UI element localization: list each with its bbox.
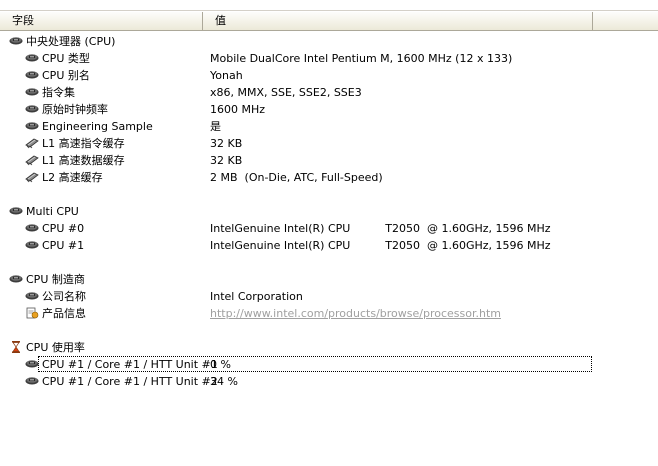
memory-module-icon xyxy=(25,171,39,183)
window-top-edge xyxy=(0,0,658,11)
list-item[interactable]: CPU #1 / Core #1 / HTT Unit #2 34 % xyxy=(0,373,658,390)
field-label: Engineering Sample xyxy=(42,120,153,133)
list-item[interactable]: L1 高速数据缓存 32 KB xyxy=(0,152,658,169)
section-header[interactable]: 中央处理器 (CPU) xyxy=(0,33,658,50)
list-item[interactable]: 原始时钟频率 1600 MHz xyxy=(0,101,658,118)
list-item[interactable]: L2 高速缓存 2 MB (On-Die, ATC, Full-Speed) xyxy=(0,169,658,186)
cpu-chip-icon xyxy=(25,375,39,387)
list-item[interactable]: CPU 类型 Mobile DualCore Intel Pentium M, 1… xyxy=(0,50,658,67)
field-label: CPU #1 / Core #1 / HTT Unit #2 xyxy=(42,375,218,388)
field-label: CPU #0 xyxy=(42,222,85,235)
cpu-chip-icon xyxy=(25,120,39,132)
column-header-value[interactable]: 值 xyxy=(203,12,593,30)
field-value: 0 % xyxy=(210,358,231,371)
memory-module-icon xyxy=(25,154,39,166)
section-title: CPU 制造商 xyxy=(26,273,85,286)
section-header[interactable]: CPU 使用率 xyxy=(0,339,658,356)
info-document-icon xyxy=(25,307,39,319)
details-list[interactable]: 中央处理器 (CPU) CPU 类型 Mobile DualCore Intel P… xyxy=(0,33,658,390)
cpu-chip-icon xyxy=(9,205,23,217)
list-item[interactable]: CPU #0 IntelGenuine Intel(R) CPU T2050 @ … xyxy=(0,220,658,237)
column-header-field[interactable]: 字段 xyxy=(0,12,203,30)
section-title: CPU 使用率 xyxy=(26,341,85,354)
cpu-chip-icon xyxy=(25,86,39,98)
memory-module-icon xyxy=(25,137,39,149)
list-item[interactable]: L1 高速指令缓存 32 KB xyxy=(0,135,658,152)
section-title: Multi CPU xyxy=(26,205,79,218)
field-value: 32 KB xyxy=(210,154,243,167)
field-label: CPU #1 xyxy=(42,239,85,252)
cpu-chip-icon xyxy=(25,239,39,251)
field-value: x86, MMX, SSE, SSE2, SSE3 xyxy=(210,86,362,99)
field-value: IntelGenuine Intel(R) CPU T2050 @ 1.60GH… xyxy=(210,239,551,252)
field-value: 2 MB (On-Die, ATC, Full-Speed) xyxy=(210,171,383,184)
field-label: 产品信息 xyxy=(42,307,86,320)
section-header[interactable]: Multi CPU xyxy=(0,203,658,220)
field-label: L1 高速数据缓存 xyxy=(42,154,125,167)
field-value: Intel Corporation xyxy=(210,290,303,303)
list-item[interactable]: CPU #1 / Core #1 / HTT Unit #1 0 % xyxy=(0,356,658,373)
field-value: Yonah xyxy=(210,69,243,82)
field-label: CPU 类型 xyxy=(42,52,90,65)
cpu-chip-icon xyxy=(25,358,39,370)
column-header-filler xyxy=(593,12,658,30)
field-value: 32 KB xyxy=(210,137,243,150)
field-value: 1600 MHz xyxy=(210,103,266,116)
list-item[interactable]: 公司名称 Intel Corporation xyxy=(0,288,658,305)
hourglass-icon xyxy=(9,341,23,353)
list-item[interactable]: Engineering Sample 是 xyxy=(0,118,658,135)
field-value: 34 % xyxy=(210,375,238,388)
field-label: L2 高速缓存 xyxy=(42,171,103,184)
list-item[interactable]: CPU 别名 Yonah xyxy=(0,67,658,84)
field-value: 是 xyxy=(210,120,221,133)
cpu-chip-icon xyxy=(25,103,39,115)
list-item[interactable]: 指令集 x86, MMX, SSE, SSE2, SSE3 xyxy=(0,84,658,101)
section-title: 中央处理器 (CPU) xyxy=(26,35,116,48)
list-item[interactable]: CPU #1 IntelGenuine Intel(R) CPU T2050 @ … xyxy=(0,237,658,254)
cpu-chip-icon xyxy=(9,35,23,47)
field-value: Mobile DualCore Intel Pentium M, 1600 MH… xyxy=(210,52,513,65)
section-header[interactable]: CPU 制造商 xyxy=(0,271,658,288)
list-item[interactable]: 产品信息 http://www.intel.com/products/browse… xyxy=(0,305,658,322)
cpu-chip-icon xyxy=(25,222,39,234)
cpu-chip-icon xyxy=(9,273,23,285)
field-label: CPU 别名 xyxy=(42,69,90,82)
field-label: L1 高速指令缓存 xyxy=(42,137,125,150)
cpu-chip-icon xyxy=(25,290,39,302)
field-label: 指令集 xyxy=(42,86,75,99)
field-label: 公司名称 xyxy=(42,290,86,303)
list-header: 字段 值 xyxy=(0,12,658,31)
product-info-link[interactable]: http://www.intel.com/products/browse/pro… xyxy=(210,305,501,322)
field-label: 原始时钟频率 xyxy=(42,103,108,116)
cpu-chip-icon xyxy=(25,52,39,64)
field-label: CPU #1 / Core #1 / HTT Unit #1 xyxy=(42,358,218,371)
field-value: IntelGenuine Intel(R) CPU T2050 @ 1.60GH… xyxy=(210,222,551,235)
cpu-chip-icon xyxy=(25,69,39,81)
